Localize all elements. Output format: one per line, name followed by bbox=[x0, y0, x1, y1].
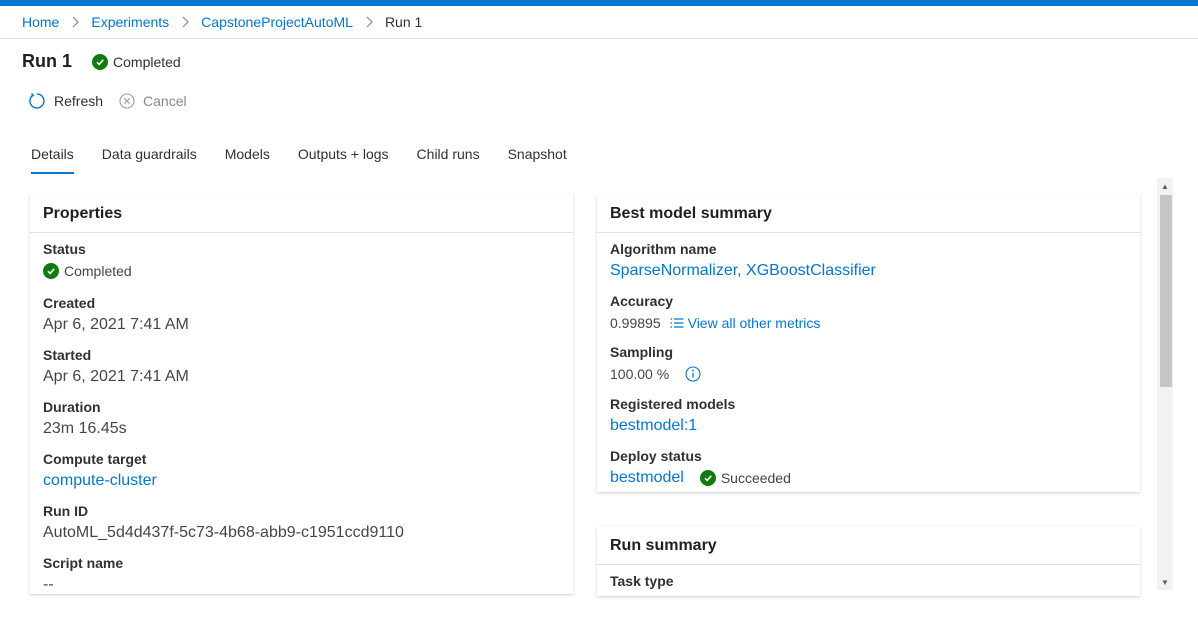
scroll-down-icon[interactable]: ▼ bbox=[1157, 574, 1173, 590]
sampling-value: 100.00 % bbox=[610, 366, 670, 382]
status-value: Completed bbox=[43, 263, 132, 279]
scroll-up-icon[interactable]: ▲ bbox=[1157, 178, 1173, 194]
duration-field: Duration 23m 16.45s bbox=[43, 399, 127, 438]
sampling-label: Sampling bbox=[610, 344, 674, 360]
task-type-field: Task type bbox=[610, 573, 674, 589]
script-name-label: Script name bbox=[43, 555, 124, 571]
success-check-icon bbox=[92, 53, 109, 70]
registered-model-link[interactable]: bestmodel:1 bbox=[610, 417, 735, 435]
compute-target-label: Compute target bbox=[43, 451, 147, 467]
breadcrumb: Home Experiments CapstoneProjectAutoML R… bbox=[22, 14, 422, 30]
deploy-status-row: bestmodel Succeeded bbox=[610, 469, 791, 487]
sampling-row: 100.00 % bbox=[610, 366, 701, 382]
info-icon[interactable] bbox=[685, 366, 701, 382]
cancel-button[interactable]: Cancel bbox=[119, 93, 187, 109]
compute-target-field: Compute target compute-cluster bbox=[43, 451, 157, 490]
duration-value: 23m 16.45s bbox=[43, 420, 127, 437]
algorithm-field: Algorithm name SparseNormalizer, XGBoost… bbox=[610, 241, 876, 280]
task-type-label: Task type bbox=[610, 573, 674, 589]
deploy-status-label: Deploy status bbox=[610, 448, 702, 464]
page-title: Run 1 bbox=[22, 51, 73, 71]
refresh-button[interactable]: Refresh bbox=[28, 92, 103, 110]
deploy-status-field: Deploy status bestmodel Succeeded bbox=[610, 448, 791, 487]
run-id-value: AutoML_5d4d437f-5c73-4b68-abb9-c1951ccd9… bbox=[43, 524, 404, 541]
accuracy-field: Accuracy 0.99895 View all other metrics bbox=[610, 293, 820, 331]
refresh-icon bbox=[28, 92, 46, 110]
properties-card: Properties Status Completed Created Apr … bbox=[30, 194, 573, 594]
tab-outputs-logs[interactable]: Outputs + logs bbox=[298, 146, 389, 174]
scrollbar-thumb[interactable] bbox=[1160, 195, 1172, 387]
accuracy-row: 0.99895 View all other metrics bbox=[610, 315, 820, 331]
success-check-icon bbox=[699, 470, 716, 486]
chevron-right-icon bbox=[181, 16, 190, 28]
properties-title: Properties bbox=[30, 194, 573, 233]
accuracy-value: 0.99895 bbox=[610, 315, 661, 331]
status-badge: Completed bbox=[92, 53, 181, 70]
started-value: Apr 6, 2021 7:41 AM bbox=[43, 368, 189, 385]
page-header: Run 1 Completed bbox=[22, 51, 181, 72]
created-field: Created Apr 6, 2021 7:41 AM bbox=[43, 295, 189, 334]
sampling-field: Sampling 100.00 % bbox=[610, 344, 701, 382]
deployment-link[interactable]: bestmodel bbox=[610, 469, 684, 487]
breadcrumb-experiments[interactable]: Experiments bbox=[91, 14, 169, 30]
tab-child-runs[interactable]: Child runs bbox=[417, 146, 480, 174]
breadcrumb-divider bbox=[0, 38, 1198, 39]
tab-list: Details Data guardrails Models Outputs +… bbox=[31, 146, 595, 174]
breadcrumb-home[interactable]: Home bbox=[22, 14, 59, 30]
run-summary-title: Run summary bbox=[597, 526, 1140, 565]
created-value: Apr 6, 2021 7:41 AM bbox=[43, 316, 189, 333]
tab-snapshot[interactable]: Snapshot bbox=[508, 146, 567, 174]
status-text: Completed bbox=[113, 53, 181, 70]
compute-target-link[interactable]: compute-cluster bbox=[43, 472, 157, 490]
tab-details[interactable]: Details bbox=[31, 146, 74, 174]
deploy-state-text: Succeeded bbox=[720, 470, 791, 486]
accuracy-label: Accuracy bbox=[610, 293, 674, 309]
breadcrumb-experiment[interactable]: CapstoneProjectAutoML bbox=[201, 14, 353, 30]
duration-label: Duration bbox=[43, 399, 101, 415]
algorithm-link[interactable]: SparseNormalizer, XGBoostClassifier bbox=[610, 262, 876, 280]
chevron-right-icon bbox=[365, 16, 373, 28]
list-icon bbox=[670, 317, 684, 329]
view-metrics-link[interactable]: View all other metrics bbox=[670, 315, 821, 331]
best-model-card: Best model summary Algorithm name Sparse… bbox=[597, 194, 1140, 492]
cancel-label: Cancel bbox=[143, 93, 187, 109]
run-id-label: Run ID bbox=[43, 503, 89, 519]
refresh-label: Refresh bbox=[54, 93, 104, 109]
algorithm-label: Algorithm name bbox=[610, 241, 717, 257]
chevron-right-icon bbox=[71, 16, 80, 28]
registered-models-label: Registered models bbox=[610, 396, 736, 412]
status-field: Status Completed bbox=[43, 241, 132, 279]
tab-models[interactable]: Models bbox=[225, 146, 270, 174]
started-field: Started Apr 6, 2021 7:41 AM bbox=[43, 347, 189, 386]
top-accent-bar bbox=[0, 0, 1198, 6]
cancel-icon bbox=[119, 93, 135, 109]
view-metrics-text: View all other metrics bbox=[687, 315, 821, 331]
script-name-value: -- bbox=[43, 576, 54, 593]
run-summary-card: Run summary Task type bbox=[597, 526, 1140, 596]
started-label: Started bbox=[43, 347, 92, 363]
status-label: Status bbox=[43, 241, 86, 257]
created-label: Created bbox=[43, 295, 96, 311]
tab-data-guardrails[interactable]: Data guardrails bbox=[102, 146, 197, 174]
status-value-text: Completed bbox=[64, 263, 132, 279]
script-name-field: Script name -- bbox=[43, 555, 123, 594]
breadcrumb-current: Run 1 bbox=[384, 14, 423, 30]
success-check-icon bbox=[43, 263, 59, 279]
command-bar: Refresh Cancel bbox=[28, 92, 187, 110]
run-id-field: Run ID AutoML_5d4d437f-5c73-4b68-abb9-c1… bbox=[43, 503, 404, 542]
best-model-title: Best model summary bbox=[597, 194, 1140, 233]
registered-models-field: Registered models bestmodel:1 bbox=[610, 396, 735, 435]
